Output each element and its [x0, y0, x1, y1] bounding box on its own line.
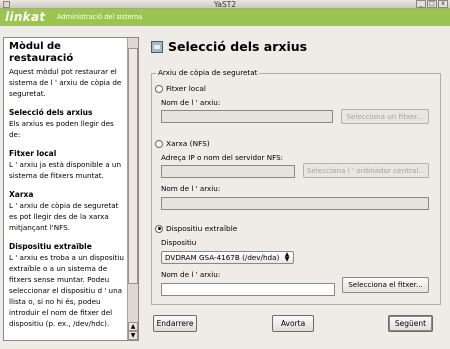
nfs-filename-label: Nom de l ' arxiu:	[161, 184, 221, 193]
help-panel: Mòdul de restauració Aquest mòdul pot re…	[3, 37, 139, 341]
radio-local-file[interactable]: Fitxer local	[155, 84, 206, 93]
help-scrollbar[interactable]: ▲ ▼	[127, 38, 138, 340]
nfs-server-input[interactable]	[161, 165, 295, 178]
help-section-text: L ' arxiu ja està disponible a un sistem…	[9, 160, 122, 180]
frame-label: Arxiu de còpia de seguretat	[156, 68, 260, 77]
removable-filename-input[interactable]	[161, 283, 335, 296]
minimize-button[interactable]: _	[416, 0, 426, 8]
radio-network-nfs[interactable]: Xarxa (NFS)	[155, 139, 210, 148]
help-section-text: L ' arxiu de còpia de seguretat es pot l…	[9, 201, 119, 232]
help-section-title: Xarxa	[9, 190, 34, 199]
window-title: YaST2	[213, 0, 237, 9]
removable-filename-label: Nom de l ' arxiu:	[161, 270, 221, 279]
help-section-text: Els arxius es poden llegir des de:	[9, 119, 114, 139]
radio-dot-icon	[155, 84, 163, 93]
radio-label: Xarxa (NFS)	[166, 139, 210, 148]
help-section-title: Fitxer local	[9, 149, 57, 158]
linkat-logo: linkat	[5, 10, 46, 24]
radio-label: Dispositiu extraïble	[166, 224, 238, 233]
device-label: Dispositiu	[161, 238, 197, 247]
help-title: Mòdul de restauració	[9, 41, 74, 64]
local-filename-label: Nom de l ' arxiu:	[161, 98, 221, 107]
abort-button[interactable]: Avorta	[272, 315, 314, 332]
archive-icon	[151, 41, 163, 53]
help-section-title: Dispositiu extraïble	[9, 242, 92, 251]
help-intro: Aquest mòdul pot restaurar el sistema de…	[9, 67, 122, 98]
app-banner: linkat Administració del sistema	[0, 9, 450, 26]
nfs-filename-input[interactable]	[161, 197, 429, 210]
scroll-up-arrow-icon[interactable]: ▲	[128, 322, 138, 331]
page-title: Selecció dels arxius	[168, 39, 308, 54]
banner-subtitle: Administració del sistema	[57, 13, 143, 21]
back-button[interactable]: Endarrere	[153, 315, 197, 332]
help-section-title: Selecció dels arxius	[9, 108, 93, 117]
window-titlebar: YaST2 _ □ x	[0, 0, 450, 9]
help-section-text: L ' arxiu es troba a un dispositiu extra…	[9, 253, 124, 328]
radio-dot-icon	[155, 139, 163, 148]
close-button[interactable]: x	[438, 0, 448, 8]
radio-removable-device[interactable]: Dispositiu extraïble	[155, 224, 237, 233]
select-host-button[interactable]: Selecciona l ' ordinador central...	[303, 163, 429, 178]
spinner-arrows-icon: ▲ ▼	[284, 251, 290, 263]
radio-label: Fitxer local	[166, 84, 206, 93]
device-select-value: DVDRAM GSA-4167B (/dev/hda)	[165, 253, 280, 262]
select-local-file-button[interactable]: Selecciona un fitxer...	[341, 109, 429, 124]
nfs-server-label: Adreça IP o nom del servidor NFS:	[161, 153, 284, 162]
next-button[interactable]: Següent	[388, 315, 433, 332]
device-select[interactable]: DVDRAM GSA-4167B (/dev/hda) ▲ ▼	[161, 251, 294, 264]
scrollbar-thumb[interactable]	[128, 48, 138, 284]
local-filename-input[interactable]	[161, 110, 333, 123]
scroll-down-arrow-icon[interactable]: ▼	[128, 331, 138, 340]
select-removable-file-button[interactable]: Selecciona el fitxer...	[342, 277, 429, 293]
maximize-button[interactable]: □	[427, 0, 437, 8]
radio-dot-selected-icon	[155, 224, 163, 233]
